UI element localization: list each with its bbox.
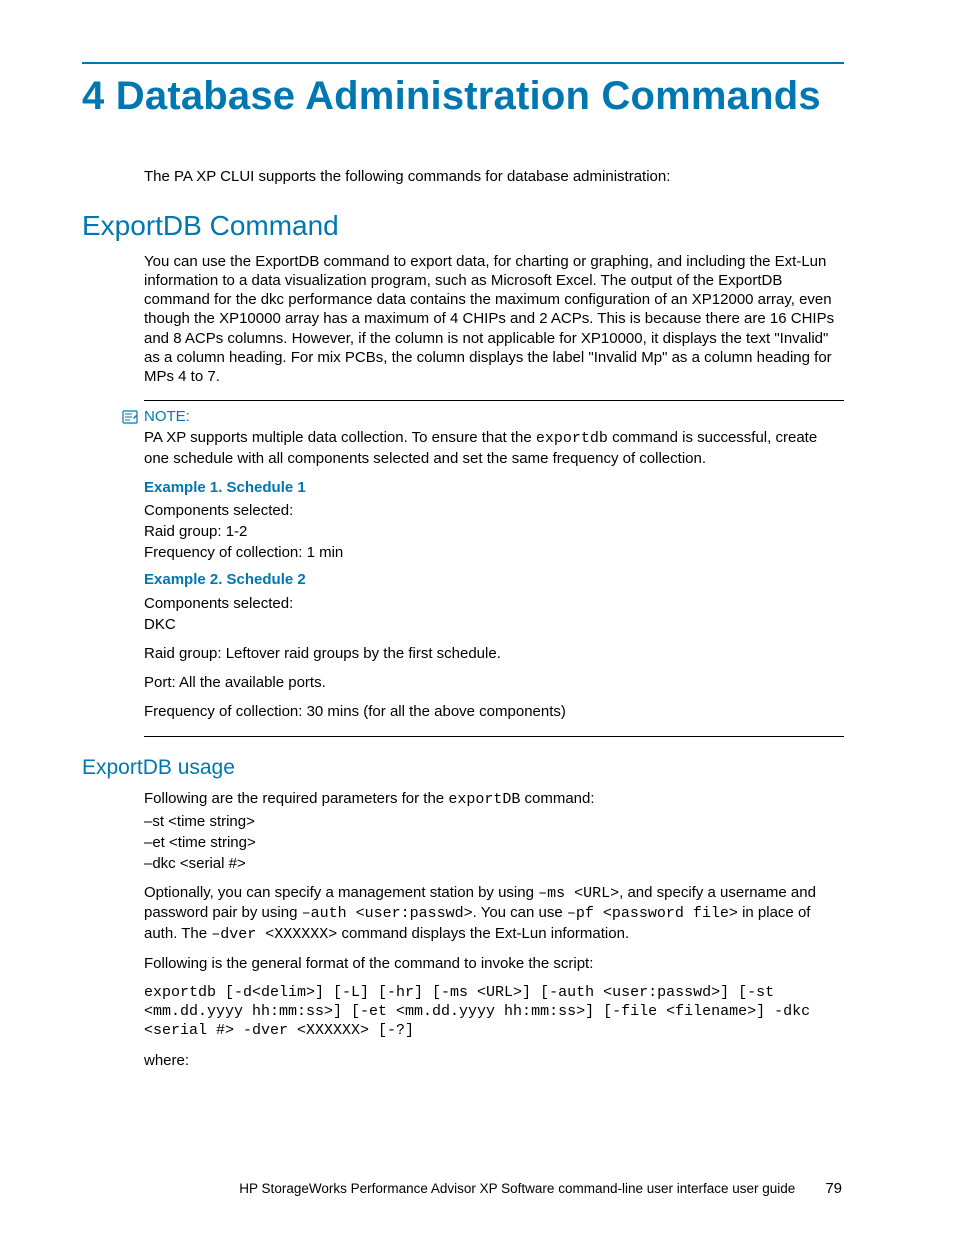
usage-intro-before: Following are the required parameters fo… [144, 790, 448, 807]
note-icon [122, 410, 138, 424]
note-header: NOTE: [122, 407, 844, 426]
example1-title: Example 1. Schedule 1 [144, 478, 844, 497]
top-rule [82, 62, 844, 64]
example1-line1: Components selected: [144, 501, 844, 520]
example2-port: Port: All the available ports. [144, 673, 844, 692]
intro-text: The PA XP CLUI supports the following co… [144, 167, 844, 186]
usage-p1: –st <time string> [144, 812, 844, 831]
note-bottom-rule [144, 736, 844, 737]
usage-where: where: [144, 1051, 844, 1070]
page-footer: HP StorageWorks Performance Advisor XP S… [239, 1180, 842, 1197]
usage-opt-t1: Optionally, you can specify a management… [144, 884, 538, 901]
example2-line2: DKC [144, 615, 844, 634]
example1-line3: Frequency of collection: 1 min [144, 543, 844, 562]
usage-format-cmd: exportdb [-d<delim>] [-L] [-hr] [-ms <UR… [144, 983, 844, 1041]
usage-intro-code: exportDB [448, 791, 520, 808]
section-exportdb-title: ExportDB Command [82, 208, 844, 244]
example2-raid: Raid group: Leftover raid groups by the … [144, 644, 844, 663]
note-code: exportdb [536, 430, 608, 447]
note-text-before: PA XP supports multiple data collection.… [144, 429, 536, 446]
usage-opt-c3: –pf <password file> [567, 905, 738, 922]
chapter-title: 4 Database Administration Commands [82, 74, 844, 119]
note-label: NOTE: [144, 407, 190, 426]
usage-format-intro: Following is the general format of the c… [144, 954, 844, 973]
usage-p2: –et <time string> [144, 833, 844, 852]
chapter-number: 4 [82, 74, 104, 118]
subsection-usage-title: ExportDB usage [82, 755, 844, 782]
usage-p3: –dkc <serial #> [144, 854, 844, 873]
usage-opt-c4: –dver <XXXXXX> [211, 926, 337, 943]
example2-line1: Components selected: [144, 594, 844, 613]
chapter-name: Database Administration Commands [116, 74, 821, 118]
usage-intro: Following are the required parameters fo… [144, 789, 844, 809]
section-exportdb-para: You can use the ExportDB command to expo… [144, 252, 844, 386]
example1-line2: Raid group: 1-2 [144, 522, 844, 541]
example2-title: Example 2. Schedule 2 [144, 570, 844, 589]
usage-opt-c1: –ms <URL> [538, 885, 619, 902]
usage-opt-t3: . You can use [473, 904, 567, 921]
usage-opt-t5: command displays the Ext-Lun information… [337, 925, 629, 942]
example2-body-top: Components selected: DKC [144, 594, 844, 634]
note-text: PA XP supports multiple data collection.… [144, 428, 844, 467]
footer-page: 79 [825, 1180, 842, 1197]
usage-intro-after: command: [520, 790, 594, 807]
usage-opt-c2: –auth <user:passwd> [302, 905, 473, 922]
footer-text: HP StorageWorks Performance Advisor XP S… [239, 1181, 795, 1196]
example2-freq: Frequency of collection: 30 mins (for al… [144, 702, 844, 721]
example1-body: Components selected: Raid group: 1-2 Fre… [144, 501, 844, 563]
note-top-rule [144, 400, 844, 401]
usage-params: Following are the required parameters fo… [144, 789, 844, 873]
usage-optional: Optionally, you can specify a management… [144, 883, 844, 944]
